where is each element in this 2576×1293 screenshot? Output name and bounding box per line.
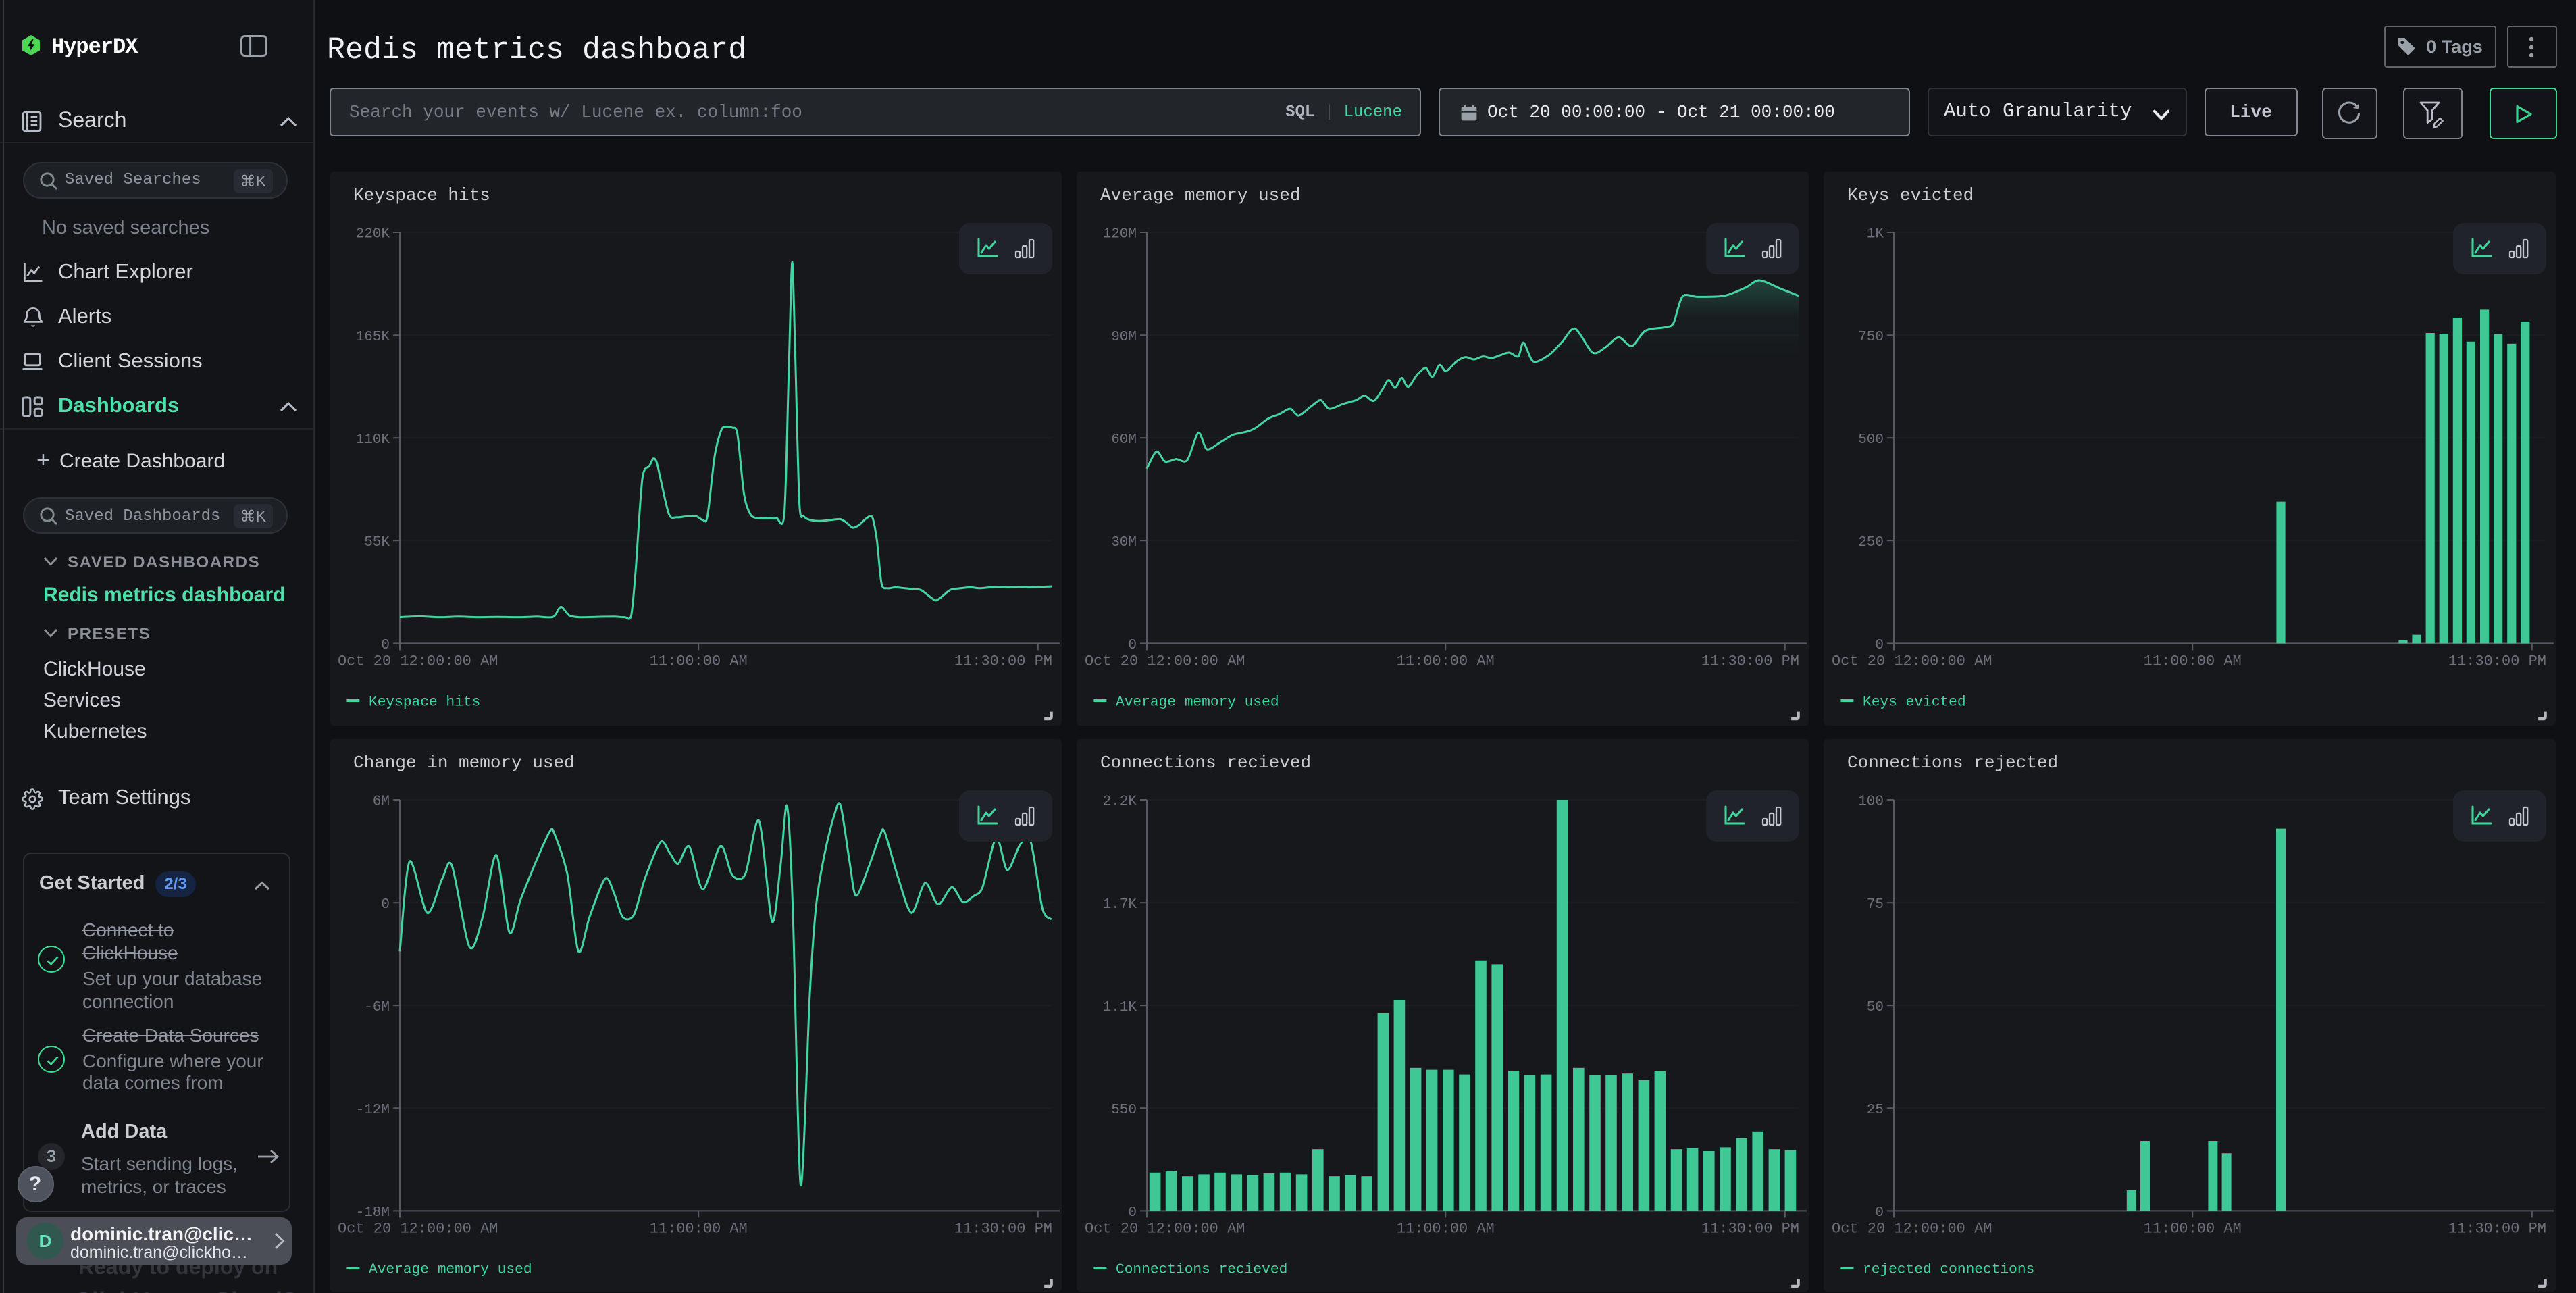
svg-text:250: 250 — [1857, 535, 1883, 551]
svg-text:11:30:00 PM: 11:30:00 PM — [2448, 1221, 2546, 1238]
svg-text:-18M: -18M — [355, 1205, 389, 1221]
svg-text:11:00:00 AM: 11:00:00 AM — [1396, 1221, 1494, 1238]
svg-text:0: 0 — [1874, 638, 1883, 654]
svg-text:11:30:00 PM: 11:30:00 PM — [954, 653, 1052, 670]
svg-text:0: 0 — [1127, 638, 1136, 654]
svg-text:0: 0 — [1127, 1205, 1136, 1221]
svg-text:550: 550 — [1110, 1102, 1136, 1118]
svg-text:25: 25 — [1866, 1102, 1883, 1118]
svg-text:60M: 60M — [1110, 432, 1136, 448]
svg-text:0: 0 — [380, 638, 389, 654]
svg-text:Keyspace hits: Keyspace hits — [368, 694, 480, 711]
svg-text:11:00:00 AM: 11:00:00 AM — [2143, 653, 2241, 670]
svg-text:11:00:00 AM: 11:00:00 AM — [2143, 1221, 2241, 1238]
svg-text:55K: 55K — [363, 535, 389, 551]
svg-text:6M: 6M — [372, 794, 389, 810]
svg-text:11:30:00 PM: 11:30:00 PM — [1701, 653, 1799, 670]
svg-text:90M: 90M — [1110, 330, 1136, 345]
svg-text:11:00:00 AM: 11:00:00 AM — [649, 1221, 747, 1238]
svg-text:11:30:00 PM: 11:30:00 PM — [2448, 653, 2546, 670]
svg-text:1.1K: 1.1K — [1102, 1000, 1137, 1015]
svg-text:0: 0 — [380, 897, 389, 913]
svg-text:Average memory used: Average memory used — [1115, 694, 1279, 711]
svg-text:Oct 20 12:00:00 AM: Oct 20 12:00:00 AM — [337, 1221, 497, 1238]
svg-text:500: 500 — [1857, 432, 1883, 448]
svg-text:100: 100 — [1857, 794, 1883, 810]
svg-text:Oct 20 12:00:00 AM: Oct 20 12:00:00 AM — [1831, 653, 1991, 670]
svg-text:rejected connections: rejected connections — [1862, 1262, 2034, 1278]
svg-text:2.2K: 2.2K — [1102, 794, 1137, 810]
svg-text:-6M: -6M — [363, 1000, 389, 1015]
svg-text:75: 75 — [1866, 897, 1883, 913]
svg-text:Oct 20 12:00:00 AM: Oct 20 12:00:00 AM — [1831, 1221, 1991, 1238]
svg-text:Average memory used: Average memory used — [368, 1262, 532, 1278]
svg-text:Keys evicted: Keys evicted — [1862, 694, 1965, 711]
svg-text:120M: 120M — [1102, 227, 1136, 243]
svg-text:30M: 30M — [1110, 535, 1136, 551]
svg-text:50: 50 — [1866, 1000, 1883, 1015]
svg-text:1K: 1K — [1866, 227, 1884, 243]
svg-text:11:30:00 PM: 11:30:00 PM — [954, 1221, 1052, 1238]
svg-text:110K: 110K — [355, 432, 390, 448]
svg-text:Oct 20 12:00:00 AM: Oct 20 12:00:00 AM — [337, 653, 497, 670]
svg-text:750: 750 — [1857, 330, 1883, 345]
svg-text:1.7K: 1.7K — [1102, 897, 1137, 913]
svg-text:11:30:00 PM: 11:30:00 PM — [1701, 1221, 1799, 1238]
svg-text:Oct 20 12:00:00 AM: Oct 20 12:00:00 AM — [1084, 1221, 1244, 1238]
svg-text:165K: 165K — [355, 330, 390, 345]
svg-text:220K: 220K — [355, 227, 390, 243]
svg-text:11:00:00 AM: 11:00:00 AM — [1396, 653, 1494, 670]
svg-text:0: 0 — [1874, 1205, 1883, 1221]
svg-text:11:00:00 AM: 11:00:00 AM — [649, 653, 747, 670]
svg-text:-12M: -12M — [355, 1102, 389, 1118]
svg-text:Connections recieved: Connections recieved — [1115, 1262, 1287, 1278]
svg-text:Oct 20 12:00:00 AM: Oct 20 12:00:00 AM — [1084, 653, 1244, 670]
